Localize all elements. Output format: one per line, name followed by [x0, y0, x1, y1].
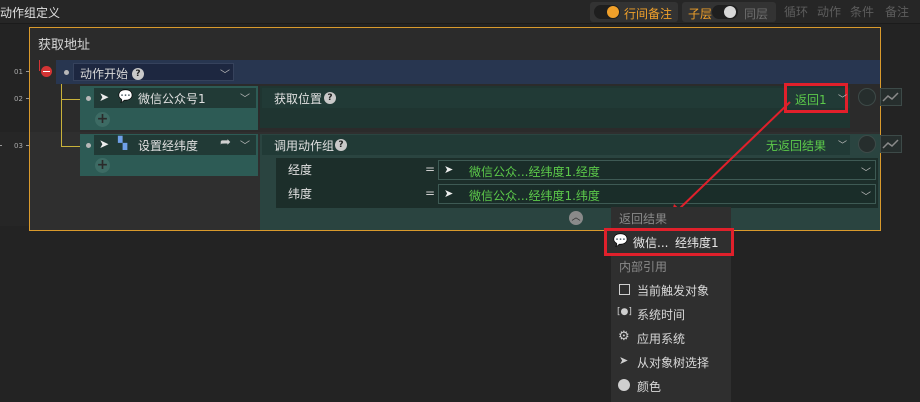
same-layer-label[interactable]: 同层	[744, 5, 768, 22]
node1-action-label: 获取位置	[274, 92, 323, 106]
gear-icon: ⚙	[618, 329, 630, 344]
menu-item-label: 颜色	[637, 380, 662, 394]
node2-dot	[86, 143, 91, 148]
loop-button[interactable]: 循环	[784, 3, 808, 20]
action-group-icon: ▚	[118, 136, 128, 150]
chevron-down-icon[interactable]: ﹀	[861, 164, 871, 179]
collapse-icon[interactable]: ︿	[569, 211, 583, 225]
top-toolbar	[0, 0, 920, 24]
menu-item-label: 应用系统	[637, 332, 686, 346]
cursor-arrow-icon: ➤	[444, 187, 454, 200]
trigger-object-icon	[619, 284, 630, 295]
node1-target-select[interactable]: ➤ 💬 微信公众号1 ﹀	[94, 88, 256, 108]
action-button[interactable]: 动作	[817, 3, 841, 20]
param-eq: =	[425, 186, 436, 200]
child-layer-label[interactable]: 子层	[688, 5, 712, 22]
chevron-down-icon[interactable]: ﹀	[220, 66, 230, 81]
start-row-dot	[64, 70, 69, 75]
row-number-03: 03	[14, 142, 23, 150]
add-action-button[interactable]: +	[95, 158, 110, 173]
param-name-latitude: 纬度	[288, 187, 313, 201]
menu-item-label: 从对象树选择	[637, 356, 710, 370]
node2-target-select[interactable]: ➤ ▚ 设置经纬度 ➦ ﹀	[94, 135, 256, 155]
start-event-select[interactable]: 动作开始 ? ﹀	[73, 63, 234, 81]
row-number-02: 02	[14, 95, 23, 103]
internal-reference-header: 内部引用	[619, 260, 668, 274]
palette-icon	[618, 379, 630, 391]
menu-item-label: 系统时间	[637, 308, 686, 322]
menu-item-label: 当前触发对象	[637, 284, 710, 298]
chart-icon[interactable]	[880, 135, 902, 153]
chevron-down-icon[interactable]: ﹀	[838, 138, 847, 151]
row-note-toggle-group[interactable]: 行间备注	[590, 2, 678, 22]
param-value-field-latitude[interactable]: ➤ 微信公众...经纬度1.纬度 ﹀	[438, 184, 876, 204]
param-eq: =	[425, 162, 436, 176]
param-value-longitude: 微信公众...经纬度1.经度	[469, 165, 600, 179]
refresh-icon[interactable]	[858, 88, 876, 106]
cursor-arrow-icon: ➤	[619, 354, 629, 367]
chevron-down-icon[interactable]: ﹀	[240, 137, 250, 152]
frame-title: 获取地址	[38, 38, 91, 53]
param-name-longitude: 经度	[288, 163, 313, 177]
chart-icon[interactable]	[880, 88, 902, 106]
cursor-arrow-icon: ➤	[99, 90, 110, 104]
chevron-down-icon[interactable]: ﹀	[240, 90, 250, 105]
node2-target-label: 设置经纬度	[138, 139, 199, 153]
return-results-header: 返回结果	[619, 212, 668, 226]
note-button[interactable]: 备注	[885, 3, 909, 20]
cursor-arrow-icon: ➤	[444, 163, 454, 176]
system-time-icon: [●]	[617, 307, 632, 317]
param-value-field-longitude[interactable]: ➤ 微信公众...经纬度1.经度 ﹀	[438, 160, 876, 180]
stop-line	[39, 60, 40, 71]
add-action-button[interactable]: +	[95, 112, 110, 127]
wechat-icon: 💬	[118, 89, 133, 103]
help-icon[interactable]: ?	[335, 137, 347, 151]
condition-button[interactable]: 条件	[850, 3, 874, 20]
stop-icon-bar	[43, 71, 50, 72]
param-value-latitude: 微信公众...经纬度1.纬度	[469, 189, 600, 203]
help-icon[interactable]: ?	[132, 66, 144, 80]
return-item-value: 经纬度1	[675, 236, 719, 250]
help-icon[interactable]: ?	[324, 90, 336, 104]
tree-branch-02	[61, 99, 81, 100]
row-number-01: 01	[14, 68, 23, 76]
wechat-icon: 💬	[613, 233, 628, 247]
tree-vertical-line	[61, 84, 62, 147]
toggle-knob	[607, 6, 619, 18]
tree-branch-03	[61, 146, 81, 147]
node1-dot	[86, 96, 91, 101]
cursor-arrow-icon: ➤	[99, 137, 110, 151]
chevron-down-icon[interactable]: ﹀	[861, 188, 871, 203]
return-item-source: 微信...	[633, 236, 669, 250]
refresh-icon[interactable]	[858, 135, 876, 153]
chevron-down-icon[interactable]: ﹀	[838, 92, 847, 105]
node1-target-label: 微信公众号1	[138, 92, 206, 106]
tick-03-left	[0, 145, 2, 146]
page-title: 动作组定义	[0, 6, 61, 20]
return-result-item-highlight[interactable]: 💬 微信... 经纬度1	[604, 228, 734, 256]
row-note-label: 行间备注	[624, 7, 673, 21]
start-event-label: 动作开始	[80, 67, 129, 81]
layer-toggle-group[interactable]: 子层 同层	[682, 2, 776, 22]
toggle-knob	[724, 6, 736, 18]
row-note-toggle[interactable]	[594, 5, 620, 19]
node2-action-label: 调用动作组	[274, 139, 335, 153]
layer-toggle[interactable]	[712, 5, 738, 19]
share-arrow-icon[interactable]: ➦	[220, 135, 231, 150]
